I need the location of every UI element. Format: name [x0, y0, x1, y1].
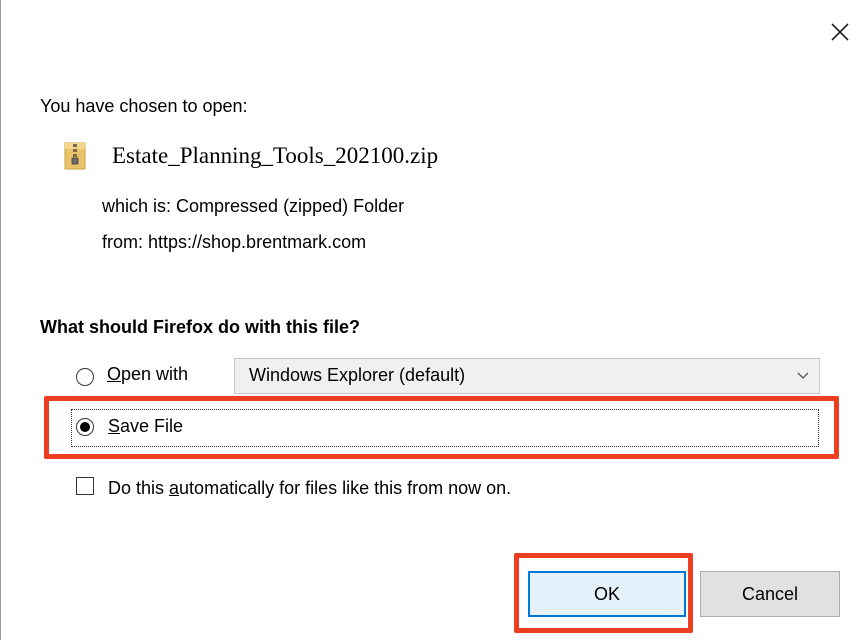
action-question: What should Firefox do with this file?: [40, 317, 360, 337]
file-row: Estate_Planning_Tools_202100.zip: [64, 142, 438, 170]
cancel-button[interactable]: Cancel: [700, 571, 840, 617]
file-name: Estate_Planning_Tools_202100.zip: [112, 143, 439, 168]
open-with-label[interactable]: Open with: [107, 364, 188, 385]
open-with-app-value: Windows Explorer (default): [249, 365, 466, 385]
file-type-text: which is: Compressed (zipped) Folder: [102, 196, 405, 216]
close-button[interactable]: [820, 14, 860, 50]
intro-text: You have chosen to open:: [40, 96, 248, 116]
zip-folder-icon: [64, 142, 86, 170]
auto-checkbox-label[interactable]: Do this automatically for files like thi…: [108, 478, 511, 499]
close-icon: [831, 23, 849, 41]
chevron-down-icon: [797, 372, 809, 379]
open-with-radio[interactable]: [76, 368, 94, 386]
ok-highlight-annotation: [514, 553, 693, 633]
file-source-text: from: https://shop.brentmark.com: [102, 232, 367, 252]
dialog-border: [0, 0, 1, 640]
download-dialog: You have chosen to open: Estate_Planning…: [0, 0, 866, 640]
open-with-app-select[interactable]: Windows Explorer (default): [234, 358, 820, 394]
auto-checkbox[interactable]: [76, 477, 94, 495]
save-file-highlight-annotation: [44, 396, 839, 459]
